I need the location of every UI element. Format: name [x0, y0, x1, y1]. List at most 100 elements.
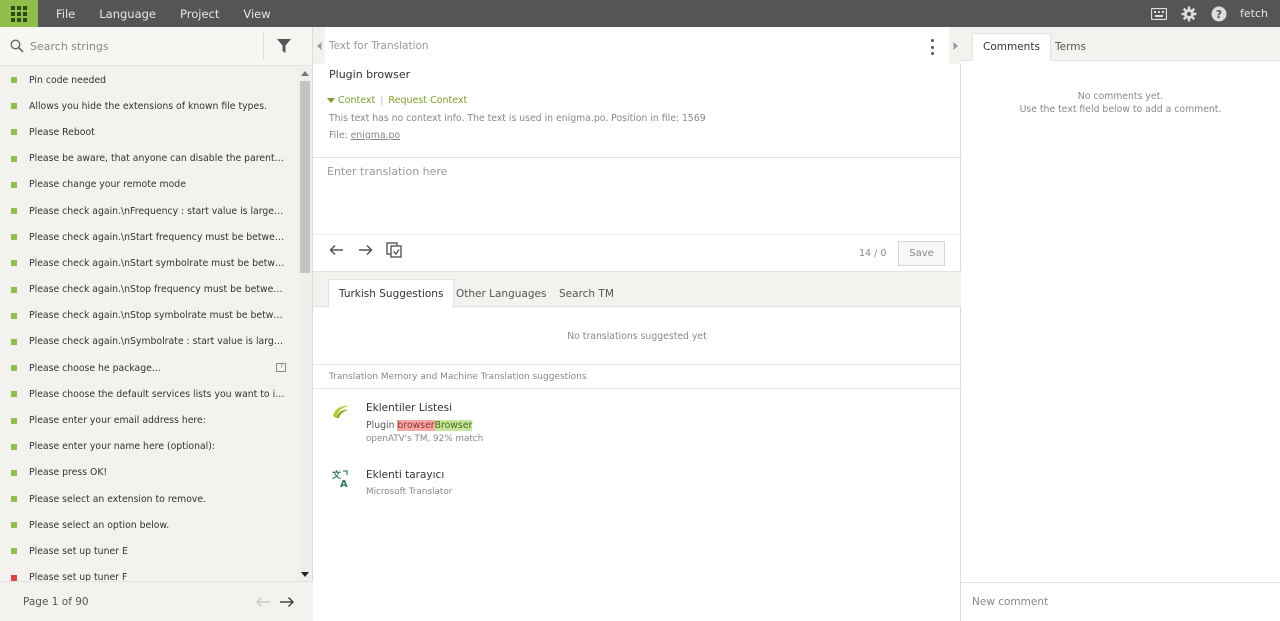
help-icon: ?	[1211, 6, 1227, 21]
previous-string-button[interactable]	[327, 241, 345, 259]
list-item[interactable]: Please check again.\nSymbolrate : start …	[0, 329, 298, 355]
scroll-down-icon[interactable]	[301, 572, 309, 577]
arrow-left-icon	[328, 244, 343, 256]
string-text: Please select an option below.	[29, 519, 170, 531]
string-text: Please check again.\nStop symbolrate mus…	[29, 310, 287, 322]
tab-other-languages[interactable]: Other Languages	[446, 279, 556, 308]
divider	[313, 157, 961, 158]
help-button[interactable]: ?	[1204, 0, 1234, 27]
scroll-thumb[interactable]	[300, 81, 310, 273]
top-bar: File Language Project View ? fetch	[0, 0, 1280, 27]
list-item[interactable]: Please check again.\nStop symbolrate mus…	[0, 303, 298, 329]
tab-search-tm[interactable]: Search TM	[549, 279, 624, 308]
list-item[interactable]: Please check again.\nStop frequency must…	[0, 277, 298, 303]
tm-heading: Translation Memory and Machine Translati…	[329, 372, 587, 382]
list-item[interactable]: Please select an extension to remove.	[0, 486, 298, 512]
comments-tabs: Comments Terms	[961, 27, 1280, 61]
next-page-icon[interactable]	[279, 596, 295, 608]
string-text: Please set up tuner F	[29, 572, 128, 581]
file-link[interactable]: enigma.po	[351, 130, 400, 141]
strings-list: Pin code needed Allows you hide the exten…	[0, 67, 298, 581]
menu-view[interactable]: View	[243, 7, 270, 21]
request-context-link[interactable]: Request Context	[388, 95, 467, 106]
editor-toolbar	[327, 241, 403, 259]
list-item[interactable]: Please change your remote mode	[0, 172, 298, 198]
keyboard-icon	[1151, 7, 1168, 20]
prev-page-icon[interactable]	[255, 596, 271, 608]
string-text: Pin code needed	[29, 74, 107, 86]
context-row: Context | Request Context	[327, 95, 467, 106]
scroll-up-icon[interactable]	[301, 71, 309, 76]
length-counter: 14 / 0	[859, 248, 887, 259]
status-icon	[11, 496, 17, 503]
list-item[interactable]: Allows you hide the extensions of known …	[0, 93, 298, 119]
strings-scrollbar[interactable]	[298, 67, 312, 581]
source-heading: Text for Translation	[329, 40, 429, 52]
chevron-left-icon	[316, 41, 321, 50]
caret-down-icon	[327, 98, 335, 103]
search-input[interactable]	[30, 39, 262, 53]
menu-language[interactable]: Language	[99, 7, 156, 21]
list-item[interactable]: Please enter your name here (optional):	[0, 434, 298, 460]
suggestion-title: Eklentiler Listesi	[366, 402, 453, 414]
list-item[interactable]: Please Reboot	[0, 119, 298, 145]
no-comments-hint: Use the text field below to add a commen…	[1019, 104, 1222, 115]
copy-source-icon	[386, 242, 402, 258]
new-comment-input[interactable]	[961, 582, 1280, 621]
collapse-left-button[interactable]	[313, 27, 325, 64]
collapse-right-button[interactable]	[949, 27, 961, 64]
keyboard-shortcuts-button[interactable]	[1144, 0, 1174, 27]
list-item[interactable]: Please check again.\nStart symbolrate mu…	[0, 250, 298, 276]
filter-icon	[277, 38, 291, 53]
tab-comments[interactable]: Comments	[972, 33, 1051, 61]
no-comments-message: No comments yet. Use the text field belo…	[961, 90, 1280, 116]
status-icon	[11, 391, 17, 398]
list-item[interactable]: Please be aware, that anyone can disable…	[0, 146, 298, 172]
status-icon	[11, 469, 17, 476]
list-item[interactable]: Please check again.\nFrequency : start v…	[0, 198, 298, 224]
save-button[interactable]: Save	[898, 241, 945, 266]
user-name[interactable]: fetch	[1240, 7, 1268, 20]
string-text: Please check again.\nFrequency : start v…	[29, 205, 287, 217]
copy-source-button[interactable]	[385, 241, 403, 259]
menu-project[interactable]: Project	[180, 7, 219, 21]
tm-heading-bar: Translation Memory and Machine Translati…	[313, 364, 961, 389]
list-item[interactable]: Please set up tuner F	[0, 565, 298, 581]
string-text: Please check again.\nStart symbolrate mu…	[29, 257, 287, 269]
list-item[interactable]: Please choose the default services lists…	[0, 381, 298, 407]
string-text: Please change your remote mode	[29, 179, 186, 191]
list-item[interactable]: Please select an option below.	[0, 512, 298, 538]
list-item[interactable]: Please press OK!	[0, 460, 298, 486]
chevron-right-icon	[953, 41, 958, 50]
status-icon	[11, 260, 17, 267]
context-toggle[interactable]: Context	[338, 95, 375, 106]
list-item[interactable]: Please check again.\nStart frequency mus…	[0, 224, 298, 250]
list-item[interactable]: Pin code needed	[0, 67, 298, 93]
context-info: This text has no context info. The text …	[329, 113, 706, 124]
suggestion-meta: openATV's TM, 92% match	[366, 434, 484, 444]
topbar-actions: ? fetch	[1144, 0, 1280, 27]
next-string-button[interactable]	[356, 241, 374, 259]
status-icon	[11, 77, 17, 84]
source-text: Plugin browser	[329, 68, 411, 81]
tab-turkish-suggestions[interactable]: Turkish Suggestions	[328, 279, 455, 308]
list-item[interactable]: Please enter your email address here:	[0, 407, 298, 433]
comment-icon[interactable]	[276, 362, 286, 373]
tab-terms[interactable]: Terms	[1045, 33, 1096, 61]
status-icon	[11, 417, 17, 424]
status-icon	[11, 155, 17, 162]
apps-menu-button[interactable]	[0, 0, 38, 27]
suggestion-tabs: Turkish Suggestions Other Languages Sear…	[313, 271, 961, 308]
settings-button[interactable]	[1174, 0, 1204, 27]
status-icon	[11, 181, 17, 188]
status-icon	[11, 286, 17, 293]
list-item[interactable]: Please choose he package...	[0, 355, 298, 381]
search-icon	[10, 39, 24, 53]
menu-file[interactable]: File	[56, 7, 75, 21]
list-item[interactable]: Please set up tuner E	[0, 538, 298, 564]
diff-unchanged: Plugin	[366, 420, 398, 431]
more-options-icon[interactable]	[927, 39, 937, 55]
translation-input[interactable]	[327, 165, 947, 229]
filter-button[interactable]	[264, 27, 304, 66]
string-text: Please enter your name here (optional):	[29, 441, 216, 453]
